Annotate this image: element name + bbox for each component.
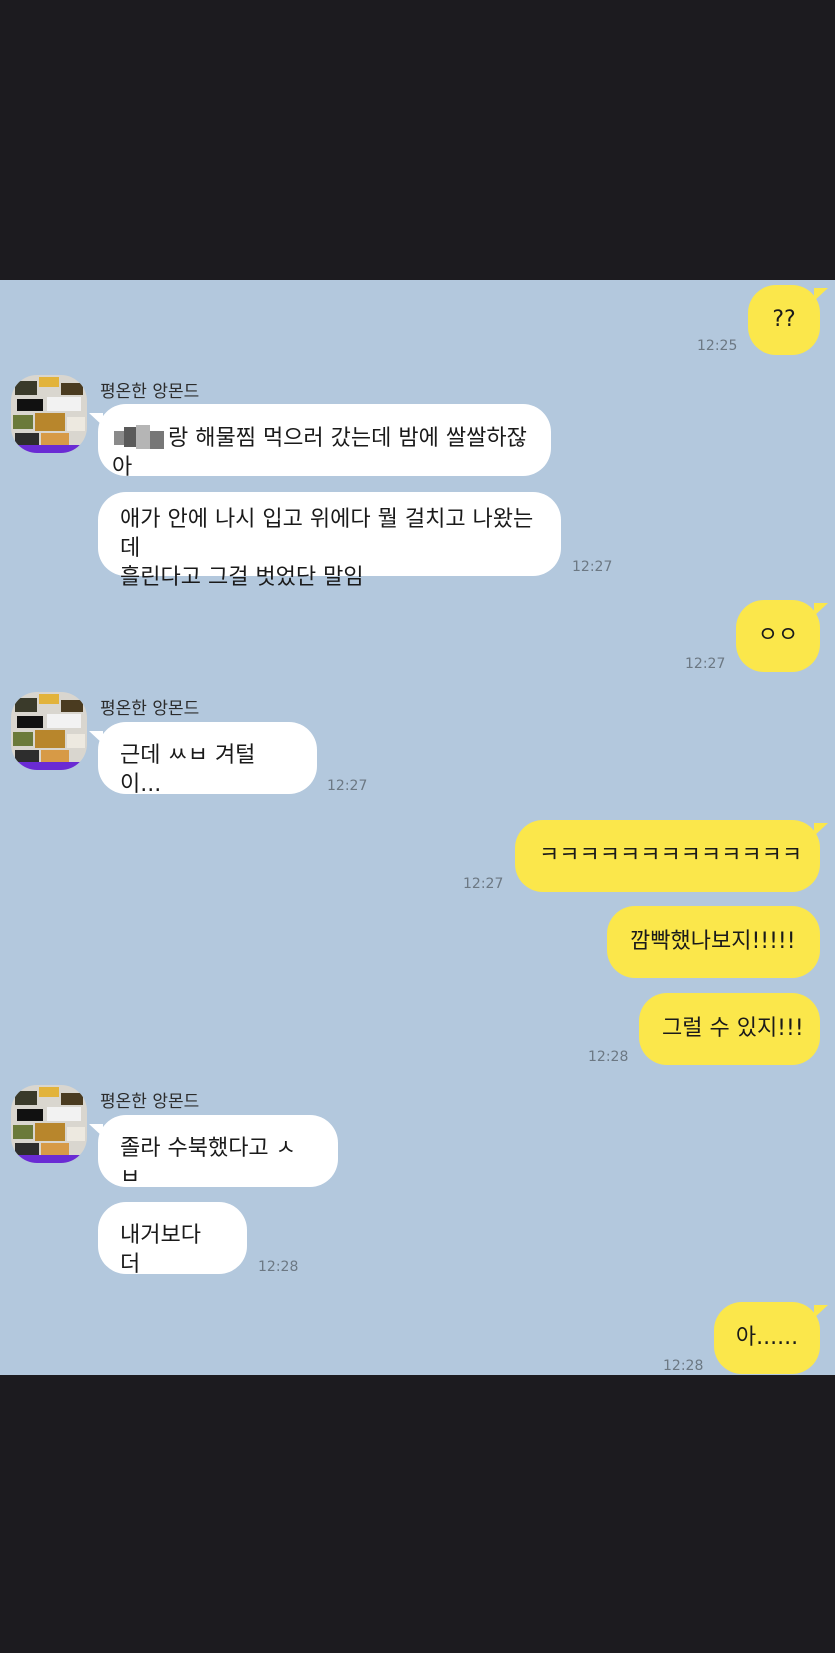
incoming-message[interactable]: 근데 ㅆㅂ 겨털이... — [89, 722, 317, 797]
message-text: ㅇㅇ — [757, 623, 799, 648]
inline-sticker-image — [114, 425, 164, 449]
outgoing-message[interactable]: 그럴 수 있지!!! — [639, 993, 820, 1065]
message-text: 근데 ㅆㅂ 겨털이... — [120, 743, 256, 797]
sender-name: 평온한 앙몬드 — [100, 699, 200, 719]
message-time: 12:28 — [588, 1049, 629, 1065]
message-text: 흘린다고 그걸 벗었단 말임 — [120, 565, 364, 590]
message-text: ㅋㅋㅋㅋㅋㅋㅋㅋㅋㅋㅋㅋㅋ — [539, 843, 803, 868]
chat-area[interactable]: ?? 12:25 평온한 앙몬드 랑 해물찜 먹으러 갔는데 밤에 쌀쌀하잖아 — [0, 280, 835, 1375]
message-time: 12:28 — [663, 1358, 704, 1374]
message-text: ?? — [772, 307, 796, 332]
outgoing-message[interactable]: 깜빡했나보지!!!!! — [607, 906, 820, 978]
message-text: 아...... — [735, 1325, 799, 1350]
message-text: 내거보다 더 — [120, 1223, 201, 1277]
message-text: 졸라 수북했다고 ㅅㅂ — [120, 1136, 296, 1190]
message-time: 12:27 — [572, 559, 613, 575]
message-time: 12:28 — [258, 1259, 299, 1275]
incoming-message[interactable]: 애가 안에 나시 입고 위에다 뭘 걸치고 나왔는데 흘린다고 그걸 벗었단 말… — [98, 492, 561, 590]
message-time: 12:27 — [327, 778, 368, 794]
sender-name: 평온한 앙몬드 — [100, 382, 200, 402]
message-text: 그럴 수 있지!!! — [662, 1016, 804, 1041]
sender-name: 평온한 앙몬드 — [100, 1092, 200, 1112]
message-text: 애가 안에 나시 입고 위에다 뭘 걸치고 나왔는데 — [120, 507, 534, 561]
message-time: 12:25 — [697, 338, 738, 354]
friend-avatar[interactable] — [11, 375, 87, 453]
outgoing-message[interactable]: ?? — [748, 285, 828, 355]
incoming-message[interactable]: 랑 해물찜 먹으러 갔는데 밤에 쌀쌀하잖아 — [89, 404, 551, 480]
message-text: 깜빡했나보지!!!!! — [630, 929, 796, 954]
outgoing-message[interactable]: 아...... — [714, 1302, 828, 1374]
message-time: 12:27 — [463, 876, 504, 892]
friend-avatar[interactable] — [11, 692, 87, 770]
message-time: 12:27 — [685, 656, 726, 672]
incoming-message[interactable]: 내거보다 더 — [98, 1202, 247, 1277]
outgoing-message[interactable]: ㅇㅇ — [736, 600, 828, 672]
friend-avatar[interactable] — [11, 1085, 87, 1163]
outgoing-message[interactable]: ㅋㅋㅋㅋㅋㅋㅋㅋㅋㅋㅋㅋㅋ — [515, 820, 828, 892]
message-text: 랑 해물찜 먹으러 갔는데 밤에 쌀쌀하잖아 — [112, 426, 527, 480]
incoming-message[interactable]: 졸라 수북했다고 ㅅㅂ — [89, 1115, 338, 1190]
